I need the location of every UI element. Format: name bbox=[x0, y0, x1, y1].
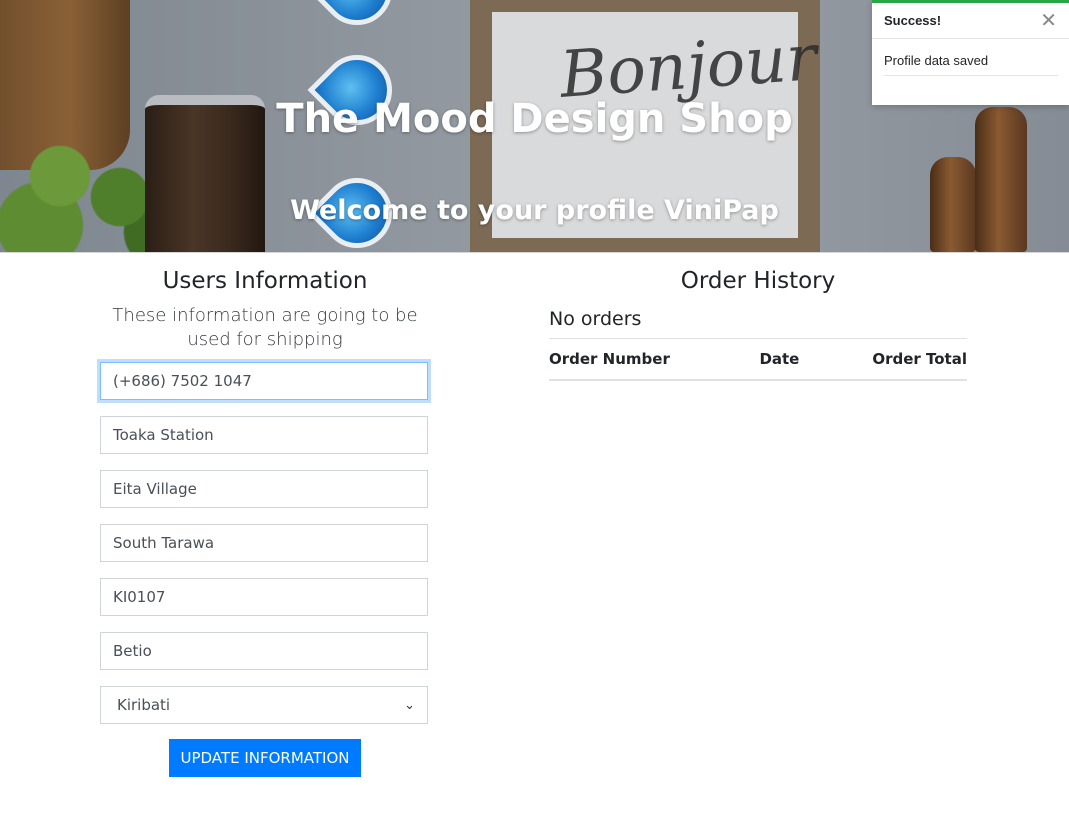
shipping-note: These information are going to be used f… bbox=[112, 305, 418, 350]
toast-header: Success! ✕ bbox=[872, 3, 1069, 39]
column-date: Date bbox=[746, 339, 813, 381]
city-field[interactable]: South Tarawa bbox=[100, 524, 428, 562]
users-information-title: Users Information bbox=[162, 268, 368, 294]
order-history-title: Order History bbox=[680, 268, 836, 294]
order-history-section: Order History No orders Order Number Dat… bbox=[549, 268, 967, 381]
address-field[interactable]: Toaka Station bbox=[100, 416, 428, 454]
region-field[interactable]: Betio bbox=[100, 632, 428, 670]
users-information-section: Users Information These information are … bbox=[100, 268, 430, 777]
success-toast: Success! ✕ Profile data saved bbox=[872, 0, 1069, 105]
close-icon[interactable]: ✕ bbox=[1040, 11, 1057, 31]
welcome-message: Welcome to your profile ViniPap bbox=[290, 195, 779, 226]
table-header-row: Order Number Date Order Total bbox=[549, 339, 967, 381]
postcode-field[interactable]: KI0107 bbox=[100, 578, 428, 616]
country-select[interactable]: Kiribati ⌄ bbox=[100, 686, 428, 724]
toast-title: Success! bbox=[884, 13, 942, 28]
column-order-total: Order Total bbox=[812, 339, 967, 381]
toast-message: Profile data saved bbox=[884, 53, 1058, 76]
toast-body: Profile data saved bbox=[872, 39, 1069, 76]
country-select-value: Kiribati bbox=[117, 696, 171, 714]
address-line2-field[interactable]: Eita Village bbox=[100, 470, 428, 508]
chevron-down-icon: ⌄ bbox=[404, 697, 415, 713]
phone-field[interactable]: (+686) 7502 1047 bbox=[100, 362, 428, 400]
column-order-number: Order Number bbox=[549, 339, 747, 381]
no-orders-message: No orders bbox=[549, 308, 967, 339]
order-table: Order Number Date Order Total bbox=[549, 339, 967, 381]
update-information-button[interactable]: UPDATE INFORMATION bbox=[169, 739, 361, 777]
